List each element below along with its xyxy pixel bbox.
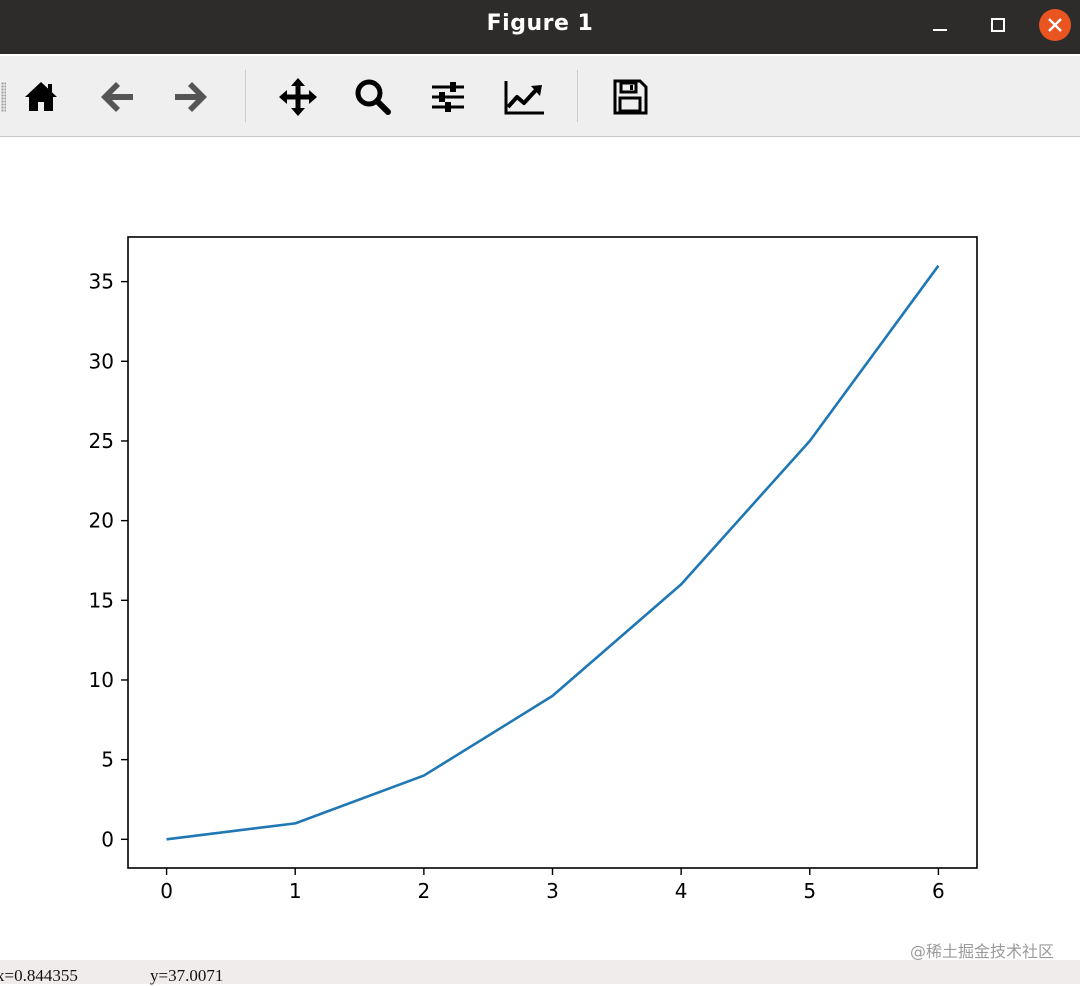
maximize-icon xyxy=(980,9,1016,45)
x-tick-label: 0 xyxy=(160,879,173,903)
window-titlebar: Figure 1 xyxy=(0,0,1080,54)
home-button[interactable] xyxy=(17,74,65,120)
close-icon xyxy=(1037,9,1073,45)
y-tick-label: 15 xyxy=(89,588,114,612)
watermark: @稀土掘金技术社区 xyxy=(910,938,1054,962)
close-button[interactable] xyxy=(1037,9,1073,45)
x-tick-label: 1 xyxy=(289,879,302,903)
x-tick-label: 4 xyxy=(675,879,688,903)
zoom-button[interactable] xyxy=(349,74,397,120)
home-icon xyxy=(21,77,61,117)
y-tick-label: 35 xyxy=(89,270,114,294)
plot-area xyxy=(128,237,977,868)
navigation-toolbar xyxy=(0,56,1080,137)
back-button[interactable] xyxy=(93,74,141,120)
minimize-icon xyxy=(922,9,958,45)
toolbar-separator xyxy=(245,70,246,122)
maximize-button[interactable] xyxy=(980,9,1016,45)
line-chart-icon xyxy=(502,77,546,117)
y-tick-label: 30 xyxy=(89,349,114,373)
window-title: Figure 1 xyxy=(0,11,1080,36)
minimize-button[interactable] xyxy=(922,9,958,45)
y-tick-label: 5 xyxy=(101,748,114,772)
line-chart: 0 1 2 3 4 5 6 0 5 10 15 20 25 30 35 xyxy=(0,137,1080,960)
move-icon xyxy=(277,76,319,118)
forward-button[interactable] xyxy=(167,74,215,120)
status-bar: x=0.844355 y=37.0071 xyxy=(0,960,1080,984)
x-tick-label: 6 xyxy=(932,879,945,903)
y-tick-label: 10 xyxy=(89,668,114,692)
x-tick-label: 5 xyxy=(803,879,816,903)
magnifier-icon xyxy=(353,77,393,117)
x-coordinate-readout: x=0.844355 xyxy=(0,966,78,986)
figure-canvas[interactable]: 0 1 2 3 4 5 6 0 5 10 15 20 25 30 35 xyxy=(0,137,1080,960)
floppy-disk-icon xyxy=(610,77,650,117)
subplots-button[interactable] xyxy=(424,74,472,120)
y-tick-label: 20 xyxy=(89,509,114,533)
toolbar-separator xyxy=(577,70,578,122)
sliders-icon xyxy=(428,77,468,117)
x-tick-label: 2 xyxy=(417,879,430,903)
save-button[interactable] xyxy=(606,74,654,120)
y-tick-label: 25 xyxy=(89,429,114,453)
arrow-right-icon xyxy=(171,77,211,117)
toolbar-grip[interactable] xyxy=(1,82,6,112)
y-tick-label: 0 xyxy=(101,827,114,851)
x-tick-label: 3 xyxy=(546,879,559,903)
y-coordinate-readout: y=37.0071 xyxy=(150,966,223,986)
arrow-left-icon xyxy=(97,77,137,117)
pan-button[interactable] xyxy=(274,74,322,120)
edit-axes-button[interactable] xyxy=(500,74,548,120)
